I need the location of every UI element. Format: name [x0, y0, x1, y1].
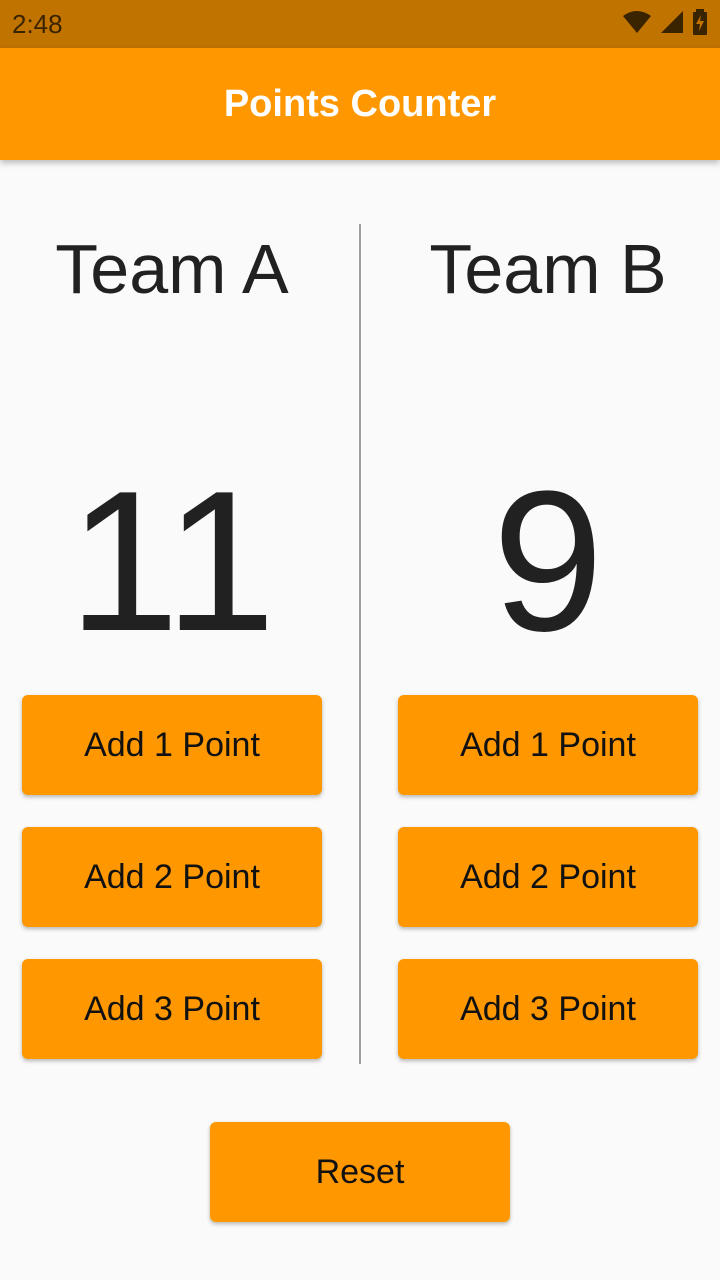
- team-b-score: 9: [492, 450, 604, 673]
- cell-signal-icon: [660, 10, 684, 39]
- app-title: Points Counter: [223, 83, 497, 125]
- team-divider: [359, 224, 361, 1064]
- team-a-add-2-button[interactable]: Add 2 Point: [22, 827, 322, 927]
- team-b-add-3-button[interactable]: Add 3 Point: [398, 959, 698, 1059]
- status-icons: [622, 8, 708, 40]
- team-a-add-1-button[interactable]: Add 1 Point: [22, 695, 322, 795]
- app-bar: Points Counter: [0, 48, 720, 160]
- team-a-score: 11: [68, 450, 276, 673]
- team-a-add-3-button[interactable]: Add 3 Point: [22, 959, 322, 1059]
- reset-button[interactable]: Reset: [210, 1122, 510, 1222]
- status-bar: 2:48: [0, 0, 720, 48]
- team-a-name: Team A: [55, 230, 289, 308]
- status-time: 2:48: [12, 9, 63, 39]
- team-b-add-2-button[interactable]: Add 2 Point: [398, 827, 698, 927]
- battery-charging-icon: [692, 8, 708, 40]
- team-b-add-1-button[interactable]: Add 1 Point: [398, 695, 698, 795]
- wifi-icon: [622, 10, 652, 39]
- team-b-name: Team B: [429, 230, 667, 308]
